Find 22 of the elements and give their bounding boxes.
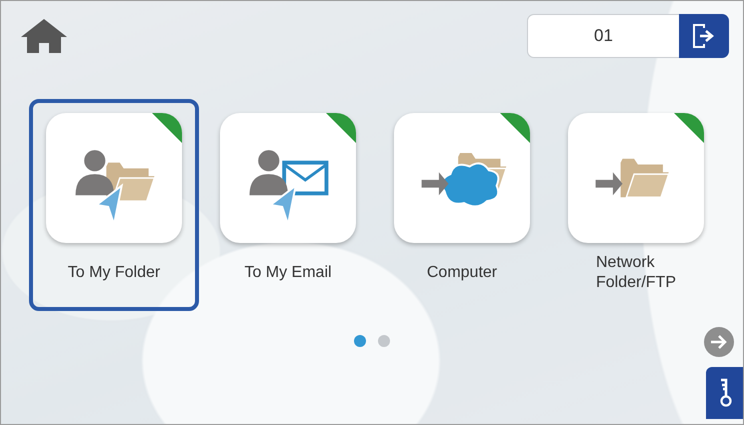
destination-tile[interactable]: Network Folder/FTP [551,99,721,311]
key-icon [718,378,732,408]
destination-tile[interactable]: To My Email [203,99,373,311]
page-dot[interactable] [378,335,390,347]
home-icon[interactable] [20,18,68,54]
tile-label: Network Folder/FTP [596,253,676,293]
next-page-button[interactable] [704,327,734,357]
corner-flag-icon [326,113,356,143]
user-field[interactable]: 01 [527,14,679,58]
logout-icon [692,23,716,49]
tile-label: To My Folder [68,263,160,283]
key-button[interactable] [706,367,743,419]
logout-button[interactable] [679,14,729,58]
tile-label: To My Email [244,263,332,283]
destination-tile[interactable]: To My Folder [29,99,199,311]
tile-label: Computer [426,263,498,283]
corner-flag-icon [152,113,182,143]
corner-flag-icon [674,113,704,143]
corner-flag-icon [500,113,530,143]
destination-tile[interactable]: Computer [377,99,547,311]
page-dot[interactable] [354,335,366,347]
arrow-right-icon [710,334,728,350]
